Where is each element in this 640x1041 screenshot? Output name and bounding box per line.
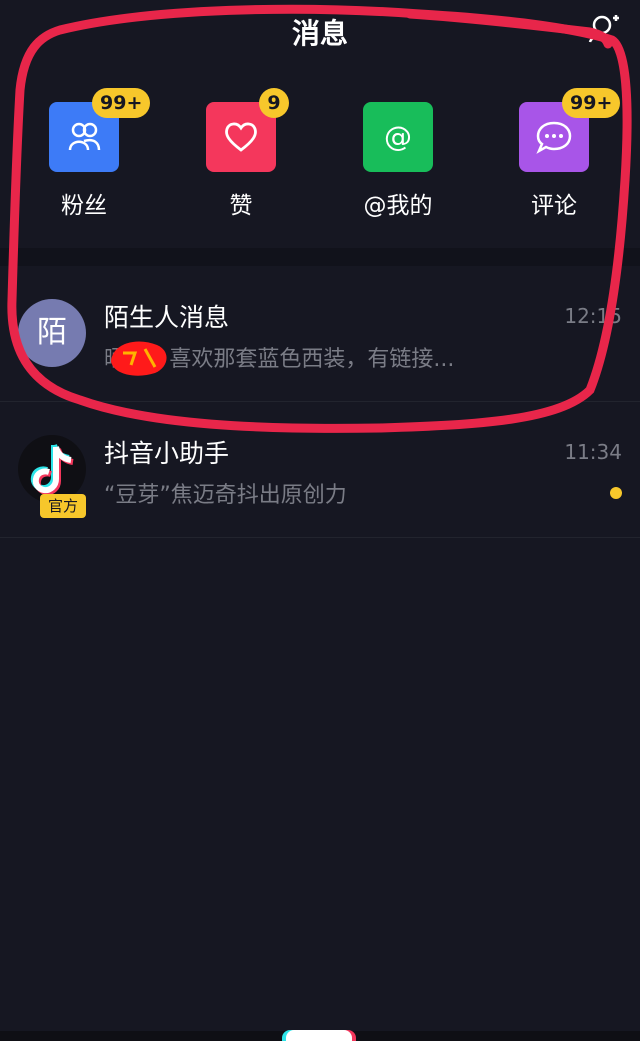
likes-label: 赞 [229, 193, 253, 219]
list-item-douyin-assistant[interactable]: 抖音小助手 “豆芽”焦迈奇抖出原创力 11:34 [0, 402, 640, 538]
list-item-stranger-messages[interactable]: 陌 陌生人消息 晒 花: 喜欢那套蓝色西装，有链接... 12:15 [0, 266, 640, 402]
mentions-label: @我的 [363, 193, 433, 219]
add-friend-icon[interactable] [588, 12, 620, 44]
message-time: 11:34 [564, 440, 622, 464]
section-divider [0, 248, 640, 266]
quick-action-mentions[interactable]: @ @我的 [338, 102, 458, 222]
message-title: 抖音小助手 [104, 439, 230, 468]
message-time: 12:15 [564, 304, 622, 328]
douyin-logo-icon [18, 435, 86, 503]
page-title: 消息 [291, 17, 348, 50]
quick-action-comments[interactable]: 99+ 评论 [494, 88, 621, 222]
comments-badge: 99+ [562, 88, 621, 118]
create-video-button[interactable] [286, 1030, 352, 1041]
fans-label: 粉丝 [61, 193, 107, 219]
avatar: 陌 [18, 299, 86, 367]
message-preview: “豆芽”焦迈奇抖出原创力 [104, 483, 347, 508]
unread-dot [610, 487, 622, 499]
fans-badge: 99+ [92, 88, 151, 118]
redaction-mark [111, 341, 167, 376]
comments-label: 评论 [531, 193, 577, 219]
likes-badge: 9 [259, 88, 289, 118]
quick-action-fans[interactable]: 99+ 粉丝 [24, 88, 151, 222]
header: 消息 [0, 0, 640, 62]
official-badge: 官方 [40, 494, 86, 518]
empty-list-area [0, 538, 640, 1038]
message-title: 陌生人消息 [104, 303, 230, 332]
at-icon: @ [363, 102, 433, 172]
svg-text:@: @ [384, 120, 412, 153]
messages-page: 消息 99+ 粉丝 9 赞 @ @我的 99+ 评论 陌 陌生人消息 晒 花: … [0, 0, 640, 1041]
quick-action-likes[interactable]: 9 赞 [181, 88, 301, 222]
quick-actions: 99+ 粉丝 9 赞 @ @我的 99+ 评论 [0, 62, 640, 248]
